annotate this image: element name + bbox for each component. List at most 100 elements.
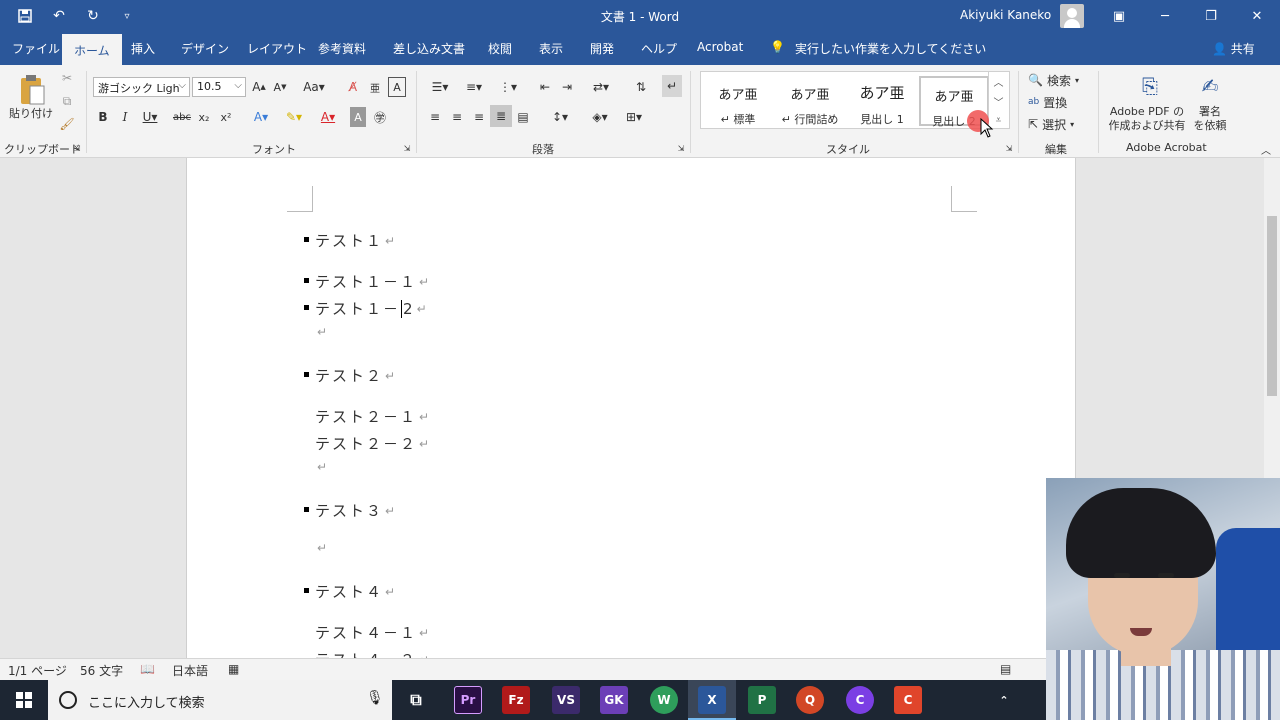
- avatar[interactable]: [1060, 4, 1084, 28]
- windows-start-icon[interactable]: [0, 680, 48, 720]
- list-item[interactable]: テスト４－２ ↵: [315, 649, 429, 658]
- pdf-share-icon[interactable]: ⎘: [1136, 71, 1164, 101]
- microphone-icon[interactable]: 🎙: [366, 690, 384, 706]
- enclose-characters-icon[interactable]: ㊫: [370, 107, 390, 127]
- scrollbar-thumb[interactable]: [1267, 216, 1277, 396]
- sort-icon[interactable]: ⇅: [632, 77, 650, 97]
- messenger-app-icon[interactable]: C: [846, 686, 874, 714]
- increase-indent-icon[interactable]: ⇥: [558, 77, 576, 97]
- shading-icon[interactable]: ◈▾: [586, 107, 614, 127]
- replace-button[interactable]: ab 置換: [1028, 93, 1088, 111]
- powerpoint-app-icon[interactable]: Q: [796, 686, 824, 714]
- tab-acrobat[interactable]: Acrobat: [697, 38, 743, 56]
- tab-mailings[interactable]: 差し込み文書: [393, 38, 465, 59]
- superscript-icon[interactable]: x²: [218, 107, 234, 127]
- chevron-up-icon[interactable]: ⌃: [990, 686, 1018, 714]
- numbering-icon[interactable]: ≡▾: [460, 77, 488, 97]
- taskbar-search[interactable]: ここに入力して検索 🎙: [48, 680, 392, 720]
- show-marks-icon[interactable]: ↵: [662, 75, 682, 97]
- list-item[interactable]: テスト２ ↵: [304, 365, 395, 386]
- font-name-select[interactable]: 游ゴシック Ligh ⌵: [93, 77, 190, 97]
- bullets-icon[interactable]: ☰▾: [426, 77, 454, 97]
- list-item[interactable]: ↵: [315, 325, 327, 339]
- align-center-icon[interactable]: ≡: [448, 107, 466, 127]
- strikethrough-icon[interactable]: abc: [172, 107, 192, 127]
- list-item[interactable]: テスト１－ 2 ↵: [304, 298, 427, 319]
- style-heading-1[interactable]: あア亜 見出し 1: [847, 76, 917, 126]
- list-item[interactable]: テスト２－２ ↵: [315, 433, 429, 454]
- list-item[interactable]: テスト２－１ ↵: [315, 406, 429, 427]
- cut-icon[interactable]: ✂: [58, 69, 76, 87]
- minimize-button[interactable]: ─: [1142, 0, 1188, 32]
- justify-icon[interactable]: ≣: [490, 105, 512, 127]
- dialog-launcher-icon[interactable]: ⇲: [402, 143, 412, 153]
- word-count[interactable]: 56 文字: [80, 662, 123, 679]
- user-name[interactable]: Akiyuki Kaneko: [960, 8, 1051, 22]
- dialog-launcher-icon[interactable]: ⇲: [676, 143, 686, 153]
- camtasia-app-icon[interactable]: C: [894, 686, 922, 714]
- tab-design[interactable]: デザイン: [181, 38, 229, 59]
- text-direction-icon[interactable]: ⇄▾: [588, 77, 614, 97]
- subscript-icon[interactable]: x₂: [196, 107, 212, 127]
- gitkraken-app-icon[interactable]: W: [650, 686, 678, 714]
- premiere-app-icon[interactable]: Pr: [454, 686, 482, 714]
- read-mode-icon[interactable]: ▤: [1000, 662, 1011, 676]
- underline-icon[interactable]: U▾: [140, 107, 160, 127]
- grow-font-icon[interactable]: A ▲: [250, 77, 268, 97]
- list-item[interactable]: テスト３ ↵: [304, 500, 395, 521]
- tab-review[interactable]: 校閲: [488, 38, 512, 59]
- tab-home[interactable]: ホーム: [62, 34, 122, 65]
- distributed-icon[interactable]: ▤: [514, 107, 532, 127]
- phonetic-guide-icon[interactable]: 亜: [366, 77, 384, 97]
- word-app-icon[interactable]: X: [698, 686, 726, 714]
- line-spacing-icon[interactable]: ↕▾: [546, 107, 574, 127]
- screen-capture-app-icon[interactable]: VS: [552, 686, 580, 714]
- decrease-indent-icon[interactable]: ⇤: [536, 77, 554, 97]
- macro-record-icon[interactable]: ▦: [228, 662, 239, 676]
- text-effects-icon[interactable]: A▾: [248, 107, 274, 127]
- tab-references[interactable]: 参考資料: [318, 38, 366, 59]
- create-pdf-button[interactable]: Adobe PDF の 作成および共有: [1104, 103, 1190, 135]
- paste-button[interactable]: 貼り付け: [6, 105, 56, 121]
- tab-layout[interactable]: レイアウト: [247, 38, 307, 59]
- character-shading-icon[interactable]: A: [350, 107, 366, 127]
- highlight-icon[interactable]: ✎▾: [280, 107, 308, 127]
- list-item[interactable]: テスト４－１ ↵: [315, 622, 429, 643]
- align-right-icon[interactable]: ≡: [470, 107, 488, 127]
- font-size-select[interactable]: 10.5 ⌵: [192, 77, 246, 97]
- chevron-up-icon[interactable]: ︿: [994, 74, 1004, 89]
- shrink-font-icon[interactable]: A ▼: [271, 77, 289, 97]
- bold-icon[interactable]: B: [96, 107, 110, 127]
- request-signature-button[interactable]: 署名 を依頼: [1188, 103, 1232, 135]
- style-no-spacing[interactable]: あア亜 ↵ 行間詰め: [775, 76, 845, 126]
- restore-button[interactable]: ❐: [1188, 0, 1234, 32]
- list-item[interactable]: ↵: [315, 541, 327, 555]
- language-indicator[interactable]: 日本語: [172, 662, 208, 679]
- tab-file[interactable]: ファイル: [12, 38, 60, 59]
- proofing-icon[interactable]: 📖: [140, 662, 155, 676]
- tab-developer[interactable]: 開発: [590, 38, 614, 59]
- collapse-ribbon-icon[interactable]: ︿: [1260, 143, 1272, 157]
- signature-icon[interactable]: ✍: [1196, 71, 1224, 101]
- clear-formatting-icon[interactable]: A̸: [344, 77, 362, 97]
- list-item[interactable]: ↵: [315, 460, 327, 474]
- borders-icon[interactable]: ⊞▾: [620, 107, 648, 127]
- tab-insert[interactable]: 挿入: [131, 38, 155, 59]
- more-styles-icon[interactable]: ⩡: [996, 115, 1002, 126]
- character-border-icon[interactable]: A: [388, 77, 406, 97]
- style-normal[interactable]: あア亜 ↵ 標準: [703, 76, 773, 126]
- excel-app-icon[interactable]: P: [748, 686, 776, 714]
- list-item[interactable]: テスト４ ↵: [304, 581, 395, 602]
- document-page[interactable]: テスト１ ↵ テスト１－１ ↵ テスト１－ 2 ↵ ↵ テスト２ ↵ テスト２－…: [186, 158, 1076, 658]
- visual-studio-app-icon[interactable]: GK: [600, 686, 628, 714]
- find-button[interactable]: 🔍 検索 ▾: [1028, 71, 1088, 89]
- font-color-icon[interactable]: A▾: [314, 107, 342, 127]
- change-case-icon[interactable]: Aa▾: [300, 77, 328, 97]
- align-left-icon[interactable]: ≡: [426, 107, 444, 127]
- tab-view[interactable]: 表示: [539, 38, 563, 59]
- page-count[interactable]: 1/1 ページ: [8, 662, 67, 679]
- filezilla-app-icon[interactable]: Fz: [502, 686, 530, 714]
- tell-me-box[interactable]: 💡 実行したい作業を入力してください: [770, 40, 986, 57]
- copy-icon[interactable]: ⧉: [58, 92, 76, 110]
- format-painter-icon[interactable]: 🖌: [58, 115, 76, 133]
